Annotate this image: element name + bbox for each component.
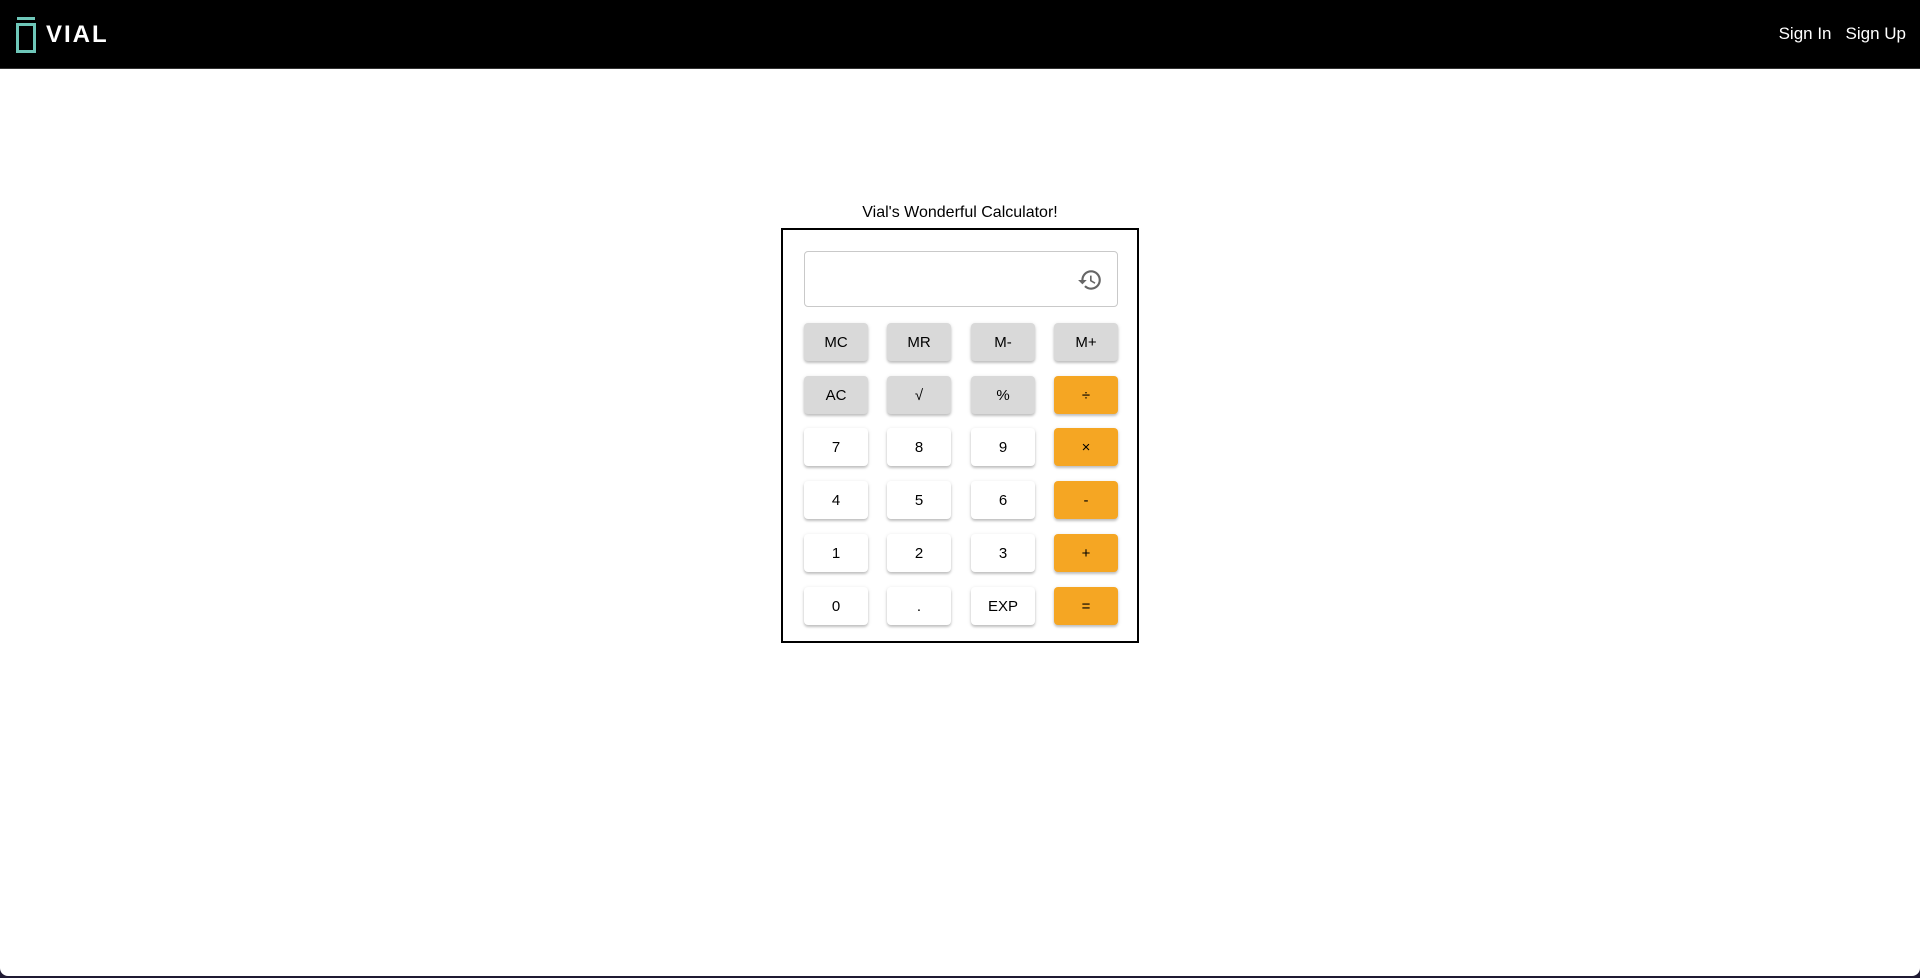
top-navbar: VIAL Sign In Sign Up — [0, 0, 1920, 69]
equals-button[interactable]: = — [1054, 587, 1118, 625]
calculator: MC MR M- M+ AC √% ÷ 7 8 9 × 4 5 6- 1 2 3 +0. EXP = — [781, 228, 1139, 643]
all-clear-button[interactable]: AC — [804, 376, 868, 414]
digit-3-button[interactable]: 3 — [971, 534, 1035, 572]
vial-logo[interactable]: VIAL — [16, 17, 109, 53]
memory-subtract-button[interactable]: M- — [971, 323, 1035, 361]
exponent-button[interactable]: EXP — [971, 587, 1035, 625]
calculator-display[interactable] — [804, 251, 1118, 307]
digit-0-button[interactable]: 0 — [804, 587, 868, 625]
digit-8-button[interactable]: 8 — [887, 428, 951, 466]
sign-up-link[interactable]: Sign Up — [1846, 24, 1906, 44]
digit-6-button[interactable]: 6 — [971, 481, 1035, 519]
digit-5-button[interactable]: 5 — [887, 481, 951, 519]
vial-logo-icon — [16, 17, 36, 53]
subtract-button[interactable]: - — [1054, 481, 1118, 519]
digit-4-button[interactable]: 4 — [804, 481, 868, 519]
page: VIAL Sign In Sign Up Vial's Wonderful Ca… — [0, 0, 1920, 976]
square-root-button[interactable]: √ — [887, 376, 951, 414]
digit-9-button[interactable]: 9 — [971, 428, 1035, 466]
sign-in-link[interactable]: Sign In — [1779, 24, 1832, 44]
digit-1-button[interactable]: 1 — [804, 534, 868, 572]
calculator-title: Vial's Wonderful Calculator! — [862, 204, 1058, 221]
digit-2-button[interactable]: 2 — [887, 534, 951, 572]
brand-name: VIAL — [46, 21, 109, 48]
memory-recall-button[interactable]: MR — [887, 323, 951, 361]
history-icon[interactable] — [1077, 267, 1103, 293]
add-button[interactable]: + — [1054, 534, 1118, 572]
decimal-point-button[interactable]: . — [887, 587, 951, 625]
percent-button[interactable]: % — [971, 376, 1035, 414]
auth-links: Sign In Sign Up — [1779, 24, 1906, 44]
divide-button[interactable]: ÷ — [1054, 376, 1118, 414]
multiply-button[interactable]: × — [1054, 428, 1118, 466]
digit-7-button[interactable]: 7 — [804, 428, 868, 466]
memory-add-button[interactable]: M+ — [1054, 323, 1118, 361]
memory-clear-button[interactable]: MC — [804, 323, 868, 361]
